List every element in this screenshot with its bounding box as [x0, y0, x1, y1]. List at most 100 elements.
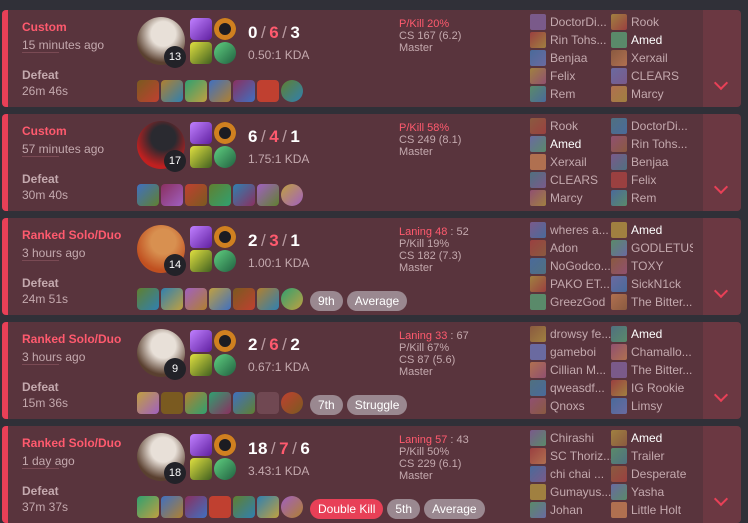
item-icon[interactable]: [137, 392, 159, 414]
summoner-spell-icon[interactable]: [190, 18, 212, 40]
participant[interactable]: Marcy: [611, 85, 693, 103]
participant-name[interactable]: wheres a...: [550, 223, 609, 237]
keystone-rune-icon[interactable]: [214, 226, 236, 248]
participant[interactable]: Marcy: [530, 189, 612, 207]
participant[interactable]: PAKO ET...: [530, 275, 612, 293]
trinket-icon[interactable]: [281, 80, 303, 102]
item-icon[interactable]: [209, 288, 231, 310]
summoner-spell-icon[interactable]: [190, 146, 212, 168]
participant[interactable]: Amed: [611, 221, 693, 239]
participant-name[interactable]: GreezGod: [550, 295, 605, 309]
item-icon[interactable]: [185, 80, 207, 102]
participant-name[interactable]: PAKO ET...: [550, 277, 610, 291]
participant[interactable]: Benjaa: [611, 153, 693, 171]
participant[interactable]: qweasdf...: [530, 379, 612, 397]
summoner-spell-icon[interactable]: [190, 42, 212, 64]
item-icon[interactable]: [209, 496, 231, 518]
participant[interactable]: Amed: [611, 325, 693, 343]
participant-name[interactable]: gameboi: [550, 345, 596, 359]
participant-name[interactable]: chi chai ...: [550, 467, 604, 481]
participant[interactable]: IG Rookie: [611, 379, 693, 397]
summoner-spell-icon[interactable]: [190, 122, 212, 144]
participant[interactable]: Qnoxs: [530, 397, 612, 415]
participant[interactable]: gameboi: [530, 343, 612, 361]
participant-name[interactable]: SickN1ck: [631, 277, 681, 291]
participant-name[interactable]: Felix: [550, 69, 575, 83]
participant[interactable]: Limsy: [611, 397, 693, 415]
expand-details-button[interactable]: [703, 322, 741, 419]
participant-name[interactable]: Benjaa: [550, 51, 587, 65]
participant[interactable]: wheres a...: [530, 221, 612, 239]
participant[interactable]: Adon: [530, 239, 612, 257]
item-icon[interactable]: [185, 392, 207, 414]
trinket-icon[interactable]: [281, 496, 303, 518]
participant-name[interactable]: Gumayus...: [550, 485, 611, 499]
participant-name[interactable]: The Bitter...: [631, 295, 692, 309]
keystone-rune-icon[interactable]: [214, 434, 236, 456]
trinket-icon[interactable]: [281, 288, 303, 310]
participant-name[interactable]: Amed: [550, 137, 581, 151]
item-icon[interactable]: [137, 80, 159, 102]
participant[interactable]: Xerxail: [611, 49, 693, 67]
participant-name[interactable]: Rem: [550, 87, 575, 101]
participant[interactable]: Rook: [530, 117, 612, 135]
summoner-spell-icon[interactable]: [190, 434, 212, 456]
participant-name[interactable]: Rin Tohs...: [550, 33, 606, 47]
participant[interactable]: Rin Tohs...: [611, 135, 693, 153]
participant[interactable]: Xerxail: [530, 153, 612, 171]
participant-name[interactable]: qweasdf...: [550, 381, 605, 395]
participant[interactable]: Trailer: [611, 447, 693, 465]
participant-name[interactable]: Xerxail: [550, 155, 587, 169]
empty-item-slot[interactable]: [257, 392, 279, 414]
participant[interactable]: Yasha: [611, 483, 693, 501]
summoner-spell-icon[interactable]: [190, 226, 212, 248]
trinket-icon[interactable]: [281, 392, 303, 414]
participant[interactable]: The Bitter...: [611, 361, 693, 379]
participant-name[interactable]: Marcy: [631, 87, 664, 101]
item-icon[interactable]: [185, 184, 207, 206]
item-icon[interactable]: [233, 184, 255, 206]
participant-name[interactable]: Rem: [631, 191, 656, 205]
participant[interactable]: Rook: [611, 13, 693, 31]
expand-details-button[interactable]: [703, 426, 741, 523]
participant-name[interactable]: Benjaa: [631, 155, 668, 169]
participant[interactable]: Desperate: [611, 465, 693, 483]
item-icon[interactable]: [209, 184, 231, 206]
participant-name[interactable]: SC Thoriz...: [550, 449, 612, 463]
participant-name[interactable]: Johan: [550, 503, 583, 517]
participant[interactable]: CLEARS: [530, 171, 612, 189]
participant[interactable]: Cillian M...: [530, 361, 612, 379]
participant[interactable]: Chirashi: [530, 429, 612, 447]
participant[interactable]: Felix: [530, 67, 612, 85]
participant[interactable]: DoctorDi...: [530, 13, 612, 31]
participant[interactable]: NoGodco...: [530, 257, 612, 275]
participant[interactable]: CLEARS: [611, 67, 693, 85]
item-icon[interactable]: [233, 392, 255, 414]
participant[interactable]: Gumayus...: [530, 483, 612, 501]
keystone-rune-icon[interactable]: [214, 122, 236, 144]
participant-name[interactable]: Amed: [631, 223, 662, 237]
participant[interactable]: GODLETUS: [611, 239, 693, 257]
participant[interactable]: Rin Tohs...: [530, 31, 612, 49]
participant[interactable]: drowsy fe...: [530, 325, 612, 343]
secondary-rune-icon[interactable]: [214, 42, 236, 64]
participant-name[interactable]: The Bitter...: [631, 363, 692, 377]
participant[interactable]: The Bitter...: [611, 293, 693, 311]
participant-name[interactable]: TOXY: [631, 259, 663, 273]
participant-name[interactable]: DoctorDi...: [550, 15, 607, 29]
participant-name[interactable]: Desperate: [631, 467, 686, 481]
item-icon[interactable]: [185, 288, 207, 310]
participant[interactable]: Benjaa: [530, 49, 612, 67]
participant-name[interactable]: Little Holt: [631, 503, 681, 517]
participant[interactable]: TOXY: [611, 257, 693, 275]
item-icon[interactable]: [161, 496, 183, 518]
secondary-rune-icon[interactable]: [214, 146, 236, 168]
participant[interactable]: Rem: [611, 189, 693, 207]
item-icon[interactable]: [233, 80, 255, 102]
item-icon[interactable]: [161, 288, 183, 310]
summoner-spell-icon[interactable]: [190, 354, 212, 376]
item-icon[interactable]: [257, 184, 279, 206]
item-icon[interactable]: [257, 288, 279, 310]
participant[interactable]: GreezGod: [530, 293, 612, 311]
participant-name[interactable]: GODLETUS: [631, 241, 693, 255]
